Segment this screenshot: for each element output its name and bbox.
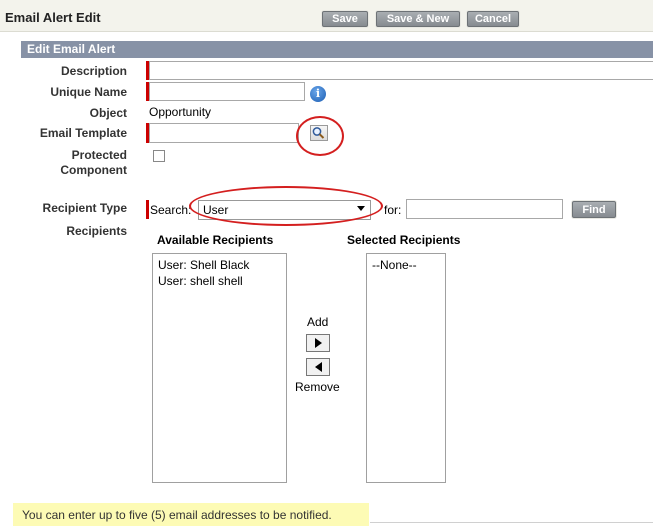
list-item[interactable]: User: Shell Black: [153, 257, 286, 273]
recipients-label: Recipients: [66, 224, 127, 238]
save-button[interactable]: Save: [322, 11, 368, 27]
protected-component-checkbox[interactable]: [153, 150, 165, 162]
remove-button[interactable]: [306, 358, 330, 376]
email-limit-note: You can enter up to five (5) email addre…: [13, 503, 369, 526]
arrow-left-icon: [315, 362, 322, 372]
unique-name-label: Unique Name: [50, 85, 127, 99]
page-title: Email Alert Edit: [5, 10, 101, 25]
page-header: Email Alert Edit Save Save & New Cancel: [0, 5, 653, 32]
recipient-search-input[interactable]: [406, 199, 563, 219]
list-item[interactable]: User: shell shell: [153, 273, 286, 289]
object-label: Object: [89, 106, 127, 120]
note-text: You can enter up to five (5) email addre…: [22, 508, 332, 522]
selected-recipients-title: Selected Recipients: [347, 233, 461, 247]
for-label: for:: [384, 203, 402, 217]
list-item[interactable]: --None--: [367, 257, 445, 273]
section-header: Edit Email Alert: [21, 41, 653, 58]
search-label: Search:: [150, 203, 192, 217]
highlight-circle-lookup: [296, 116, 344, 156]
arrow-right-icon: [315, 338, 322, 348]
find-button[interactable]: Find: [572, 201, 616, 218]
object-value: Opportunity: [149, 105, 212, 119]
email-template-input[interactable]: [149, 123, 299, 143]
component-label: Component: [60, 163, 127, 177]
recipient-type-label: Recipient Type: [42, 201, 127, 215]
section-title: Edit Email Alert: [27, 42, 116, 56]
required-marker: [146, 200, 149, 219]
protected-label: Protected: [71, 148, 127, 162]
info-icon[interactable]: i: [310, 86, 326, 102]
add-button[interactable]: [306, 334, 330, 352]
divider: [370, 522, 653, 523]
description-label: Description: [60, 64, 127, 78]
available-recipients-list[interactable]: User: Shell Black User: shell shell: [152, 253, 287, 483]
remove-label: Remove: [295, 380, 340, 394]
selected-recipients-list[interactable]: --None--: [366, 253, 446, 483]
description-input[interactable]: [149, 61, 653, 80]
add-label: Add: [307, 315, 329, 329]
save-and-new-button[interactable]: Save & New: [376, 11, 460, 27]
highlight-circle-search: [189, 186, 383, 226]
email-template-label: Email Template: [39, 126, 127, 140]
cancel-button[interactable]: Cancel: [467, 11, 519, 27]
unique-name-input[interactable]: [149, 82, 305, 101]
available-recipients-title: Available Recipients: [157, 233, 274, 247]
